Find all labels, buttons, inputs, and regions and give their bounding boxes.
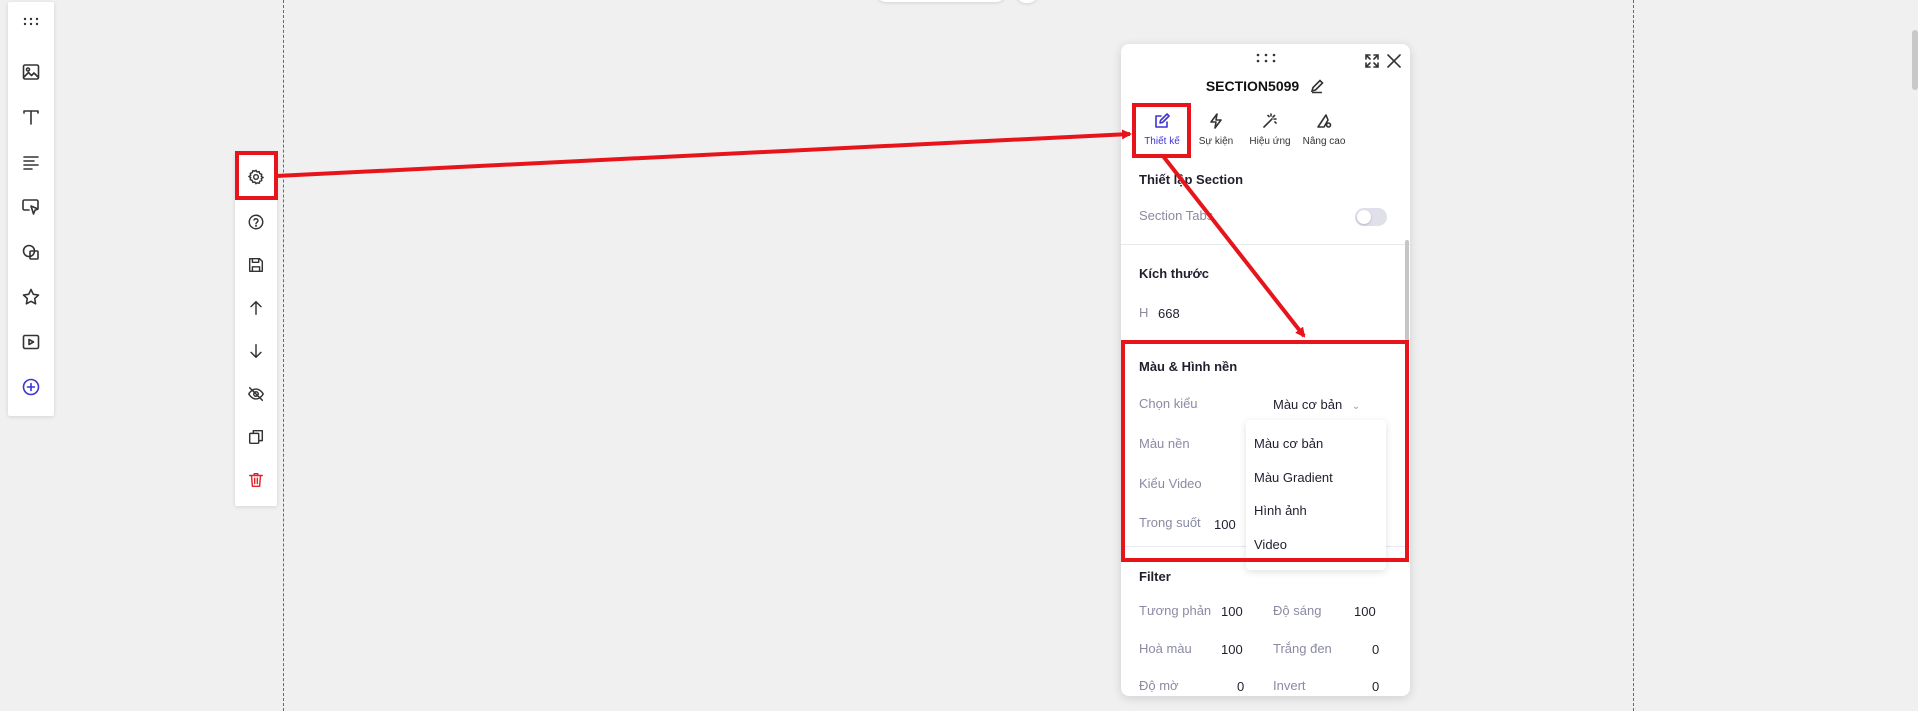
contrast-input[interactable]: 100	[1221, 604, 1243, 619]
panel-title: SECTION5099	[1121, 78, 1410, 94]
arrow-gear-to-design-tab	[275, 129, 1132, 178]
paragraph-icon[interactable]	[8, 145, 54, 179]
tab-advanced-label: Nâng cao	[1302, 136, 1346, 147]
hue-input[interactable]: 100	[1221, 642, 1243, 657]
height-label: H	[1139, 305, 1149, 320]
background-type-value: Màu cơ bản	[1273, 397, 1343, 412]
filter-heading: Filter	[1139, 569, 1171, 584]
section-tabs-toggle[interactable]	[1355, 208, 1387, 226]
dropdown-option-gradient[interactable]: Màu Gradient	[1254, 470, 1333, 485]
background-color-label: Màu nền	[1139, 436, 1190, 451]
blur-input[interactable]: 0	[1237, 679, 1244, 694]
magic-wand-icon	[1263, 113, 1277, 128]
left-toolbar	[8, 2, 54, 416]
dropdown-option-image[interactable]: Hình ảnh	[1254, 503, 1307, 518]
invert-label: Invert	[1273, 678, 1306, 693]
blur-label: Độ mờ	[1139, 678, 1179, 693]
background-type-select[interactable]: Màu cơ bản ⌄	[1273, 397, 1360, 412]
window-scrollbar[interactable]	[1912, 30, 1918, 90]
brightness-label: Độ sáng	[1273, 603, 1322, 618]
image-icon[interactable]	[8, 55, 54, 89]
divider	[1121, 340, 1410, 341]
tab-events-label: Sự kiện	[1198, 136, 1234, 147]
canvas-guide-left	[283, 0, 284, 711]
panel-drag-handle-icon[interactable]	[1255, 51, 1277, 65]
brightness-input[interactable]: 100	[1354, 604, 1376, 619]
top-toolbar-pill[interactable]	[876, 0, 1006, 2]
background-heading: Màu & Hình nền	[1139, 359, 1238, 374]
chevron-down-icon: ⌄	[1351, 401, 1361, 412]
duplicate-icon[interactable]	[235, 420, 277, 454]
panel-scrollbar[interactable]	[1405, 240, 1409, 380]
grayscale-label: Trắng đen	[1273, 641, 1332, 656]
save-icon[interactable]	[235, 248, 277, 282]
tab-events[interactable]: Sự kiện	[1191, 112, 1241, 154]
invert-input[interactable]: 0	[1372, 679, 1379, 694]
lightning-icon	[1210, 113, 1222, 129]
arrow-down-icon[interactable]	[235, 334, 277, 368]
tab-design[interactable]: Thiết kế	[1137, 112, 1187, 154]
opacity-input[interactable]: 100	[1214, 517, 1236, 532]
text-icon[interactable]	[8, 100, 54, 134]
background-type-label: Chọn kiểu	[1139, 396, 1198, 411]
trash-icon[interactable]	[235, 463, 277, 497]
section-name: SECTION5099	[1205, 78, 1300, 94]
top-toolbar-button[interactable]	[1016, 0, 1038, 3]
grayscale-input[interactable]: 0	[1372, 642, 1379, 657]
settings-panel: SECTION5099 Thiết kế Sự kiện Hiệu ứng Nâ…	[1121, 44, 1410, 696]
divider	[1121, 244, 1410, 245]
add-circle-icon[interactable]	[8, 370, 54, 404]
size-heading: Kích thước	[1139, 266, 1209, 281]
dropdown-option-basic-color[interactable]: Màu cơ bản	[1254, 436, 1323, 451]
eye-off-icon[interactable]	[235, 377, 277, 411]
video-type-label: Kiểu Video	[1139, 476, 1202, 491]
drag-handle-icon[interactable]	[8, 4, 54, 38]
annotation-overlay	[235, 103, 1409, 562]
arrow-up-icon[interactable]	[235, 291, 277, 325]
contrast-label: Tương phản	[1139, 603, 1212, 618]
section-settings-heading: Thiết lập Section	[1139, 172, 1244, 187]
section-tabs-label: Section Tabs	[1139, 208, 1214, 223]
close-icon[interactable]	[1385, 52, 1403, 70]
height-input[interactable]: 668	[1158, 306, 1180, 321]
advanced-icon	[1317, 114, 1332, 128]
tab-design-label: Thiết kế	[1144, 136, 1180, 147]
cursor-icon[interactable]	[8, 190, 54, 224]
dropdown-option-video[interactable]: Video	[1254, 537, 1287, 552]
video-icon[interactable]	[8, 325, 54, 359]
background-type-dropdown: Màu cơ bản Màu Gradient Hình ảnh Video	[1246, 420, 1386, 570]
tab-effects[interactable]: Hiệu ứng	[1245, 112, 1295, 154]
gear-icon[interactable]	[235, 160, 277, 194]
star-icon[interactable]	[8, 280, 54, 314]
tab-advanced[interactable]: Nâng cao	[1297, 112, 1351, 154]
tab-effects-label: Hiệu ứng	[1249, 136, 1291, 147]
panel-tabs: Thiết kế Sự kiện Hiệu ứng Nâng cao	[1121, 112, 1410, 154]
expand-icon[interactable]	[1363, 52, 1381, 70]
shapes-icon[interactable]	[8, 235, 54, 269]
opacity-label: Trong suốt	[1139, 515, 1201, 530]
section-toolbar	[235, 152, 277, 506]
rename-icon[interactable]	[1309, 78, 1325, 94]
hue-label: Hoà màu	[1139, 641, 1192, 656]
canvas-guide-right	[1633, 0, 1634, 711]
edit-icon	[1155, 113, 1170, 128]
help-icon[interactable]	[235, 205, 277, 239]
